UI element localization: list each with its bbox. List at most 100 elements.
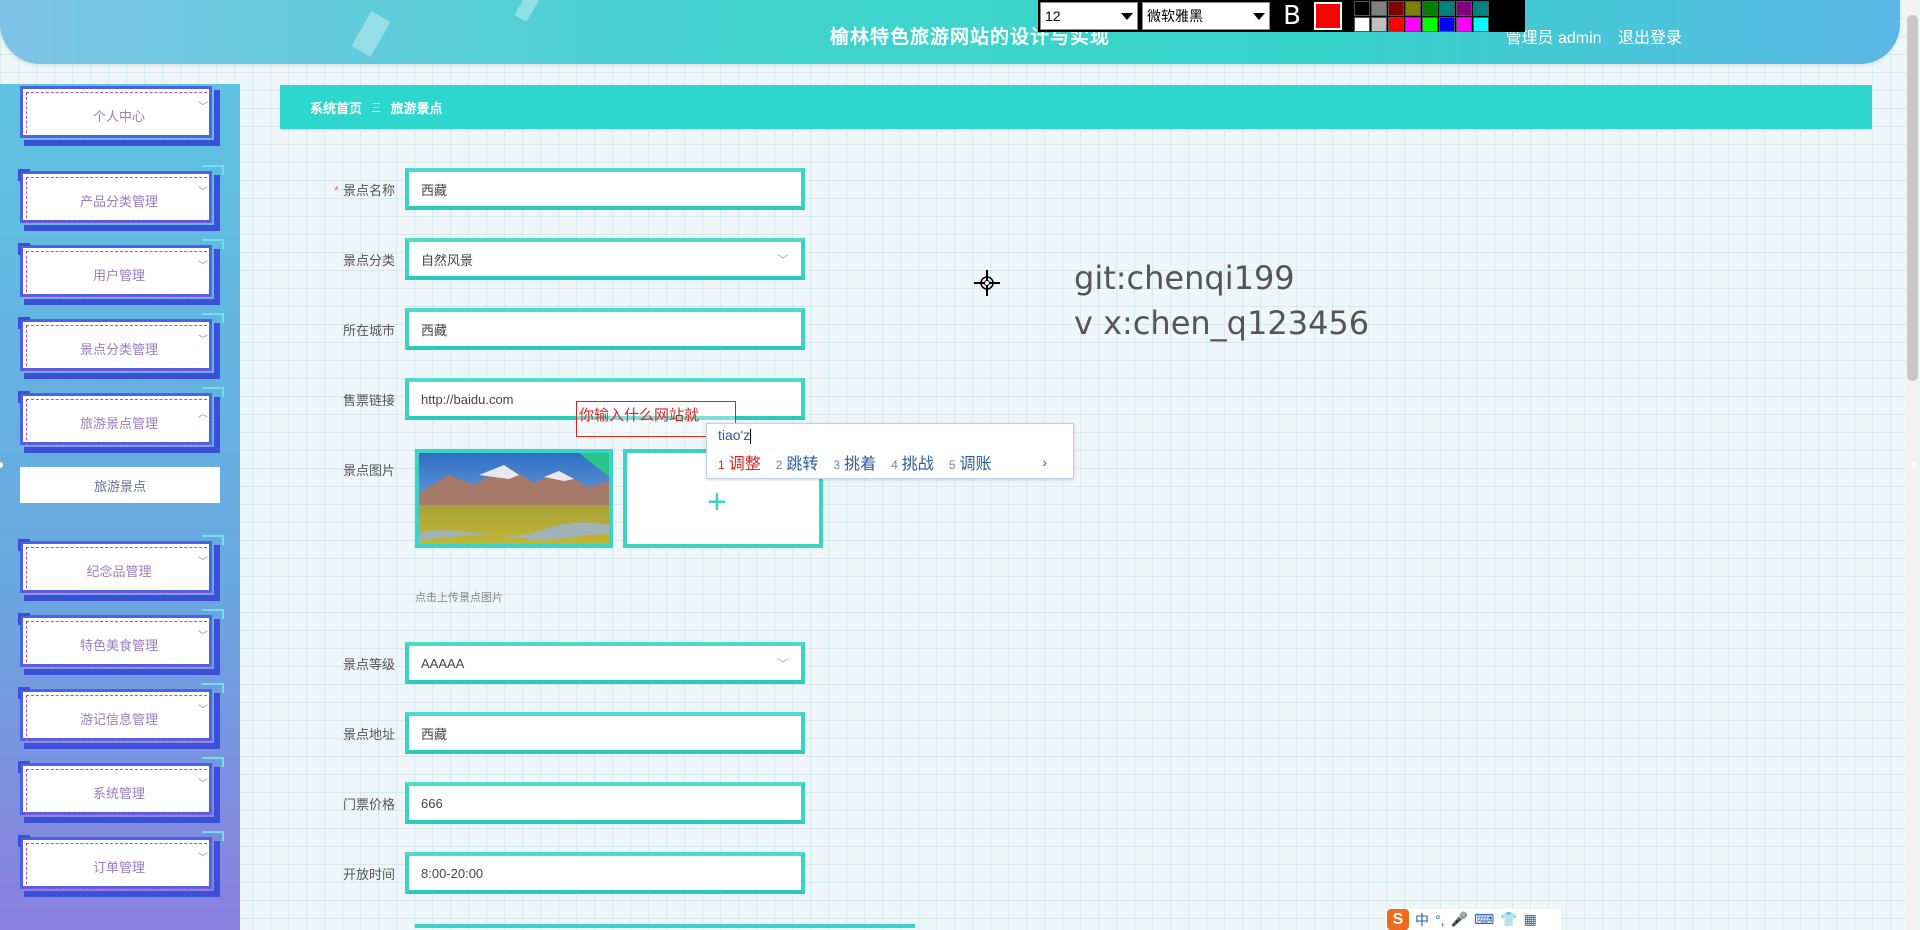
breadcrumb-current: 旅游景点 [390,100,443,116]
header-decoration [514,0,540,22]
chevron-down-icon: ﹀ [776,253,789,267]
sidebar-item-user-management[interactable]: 用户管理 ﹀ [18,239,224,305]
color-swatch[interactable] [1405,0,1421,16]
edge-handle [1911,462,1917,468]
field-label: 景点地址 [342,726,395,742]
sidebar-item-souvenir[interactable]: 纪念品管理 ﹀ [18,535,224,601]
ime-candidates: 1 调整 2 跳转 3 挑着 4 挑战 5 调账 [718,450,992,474]
ticket-price-input[interactable]: 666 [405,782,805,824]
color-swatch[interactable] [1354,0,1370,16]
sidebar-item-label: 纪念品管理 [86,563,152,579]
sidebar-item-system[interactable]: 系统管理 ﹀ [18,757,224,823]
color-swatch[interactable] [1456,16,1472,32]
sidebar-item-tourist-spot[interactable]: 旅游景点管理 ︿ [18,387,224,453]
field-label: 景点分类 [342,252,395,268]
field-label: 所在城市 [342,322,395,338]
chevron-down-icon: ﹀ [198,102,208,113]
ime-status-bar: S 中 °, 🎤 ⌨ 👕 ▦ [1385,909,1561,930]
color-swatch[interactable] [1422,16,1438,32]
font-family-select[interactable]: 微软雅黑 [1142,2,1270,30]
skin-icon[interactable]: 👕 [1500,911,1517,928]
form-row-price: 门票价格 666 [300,782,805,824]
field-label: 售票链接 [342,392,395,408]
breadcrumb: 系统首页 Ξ 旅游景点 [280,85,1872,129]
font-size-select[interactable]: 12 [1040,2,1138,30]
address-input[interactable]: 西藏 [405,712,805,754]
font-size-value: 12 [1045,8,1061,24]
color-swatch[interactable] [1405,16,1421,32]
breadcrumb-home[interactable]: 系统首页 [310,98,362,117]
color-swatch[interactable] [1456,0,1472,16]
sidebar-item-food[interactable]: 特色美食管理 ﹀ [18,609,224,675]
toolbox-icon[interactable]: ▦ [1524,911,1537,928]
sogou-logo-icon[interactable]: S [1387,909,1409,930]
color-swatch[interactable] [1371,0,1387,16]
ime-mode-toggle[interactable]: 中 [1415,910,1429,930]
ime-candidate[interactable]: 1 调整 [718,450,761,474]
user-label: 管理员 admin [1505,30,1602,47]
current-color-swatch[interactable] [1314,2,1342,30]
color-swatch[interactable] [1388,0,1404,16]
scenic-category-select[interactable]: 自然风景 ﹀ [405,238,805,280]
color-swatch[interactable] [1371,16,1387,32]
form-row-name: * 景点名称 西藏 [300,168,805,210]
annotation-toolbar: 12 微软雅黑 B [1038,0,1525,32]
field-label: 门票价格 [342,796,395,812]
sidebar-item-travel-notes[interactable]: 游记信息管理 ﹀ [18,683,224,749]
keyboard-icon[interactable]: ⌨ [1474,911,1494,928]
sidebar-item-product-category[interactable]: 产品分类管理 ﹀ [18,165,224,231]
select-value: AAAAA [421,655,465,671]
microphone-icon[interactable]: 🎤 [1451,911,1468,928]
sidebar-item-label: 旅游景点管理 [79,415,158,431]
ime-candidate[interactable]: 4 挑战 [891,450,934,474]
color-swatch[interactable] [1473,0,1489,16]
sidebar-item-label: 特色美食管理 [79,637,158,653]
scrollbar-thumb[interactable] [1907,15,1918,381]
form-row-address: 景点地址 西藏 [300,712,805,754]
logout-link[interactable]: 退出登录 [1618,30,1682,47]
chevron-down-icon: ﹀ [198,187,208,198]
chevron-down-icon: ﹀ [198,557,208,568]
ime-candidate[interactable]: 2 跳转 [776,450,819,474]
breadcrumb-separator: Ξ [372,99,381,115]
color-palette [1354,0,1489,32]
form-row-image: 景点图片 [300,448,405,490]
ime-candidate[interactable]: 3 挑着 [833,450,876,474]
sidebar-item-label: 景点分类管理 [79,341,158,357]
sidebar: 个人中心 ﹀ 产品分类管理 ﹀ 用户管理 ﹀ 景点分类管理 ﹀ 旅游景点管理 ︿… [0,84,240,930]
input-value: 西藏 [421,726,448,742]
ime-candidate-popup: tiao'z 1 调整 2 跳转 3 挑着 4 挑战 5 调账 › [706,423,1074,479]
ime-next-page-icon[interactable]: › [1042,454,1047,470]
sidebar-subitem-tourist-spot[interactable]: 旅游景点 [20,467,220,503]
landscape-image [419,453,609,544]
bold-button[interactable]: B [1274,2,1310,30]
sidebar-item-orders[interactable]: 订单管理 ﹀ [18,831,224,897]
chevron-down-icon: ﹀ [198,779,208,790]
color-swatch[interactable] [1439,0,1455,16]
required-mark: * [333,182,339,198]
font-family-value: 微软雅黑 [1147,8,1203,24]
color-swatch[interactable] [1354,16,1370,32]
ime-candidate[interactable]: 5 调账 [949,450,992,474]
input-value: 西藏 [421,182,448,198]
dropdown-arrow-icon [1253,12,1265,20]
input-value: 666 [421,795,443,811]
ime-punct-toggle[interactable]: °, [1435,912,1445,928]
sidebar-item-label: 个人中心 [92,108,145,124]
scenic-level-select[interactable]: AAAAA ﹀ [405,642,805,684]
scenic-name-input[interactable]: 西藏 [405,168,805,210]
chevron-down-icon: ﹀ [198,853,208,864]
input-value: http://baidu.com [421,391,514,407]
sidebar-item-scenic-category[interactable]: 景点分类管理 ﹀ [18,313,224,379]
sidebar-item-personal-center[interactable]: 个人中心 ﹀ [20,86,220,146]
color-swatch[interactable] [1439,16,1455,32]
color-swatch[interactable] [1388,16,1404,32]
form-row-open-time: 开放时间 8:00-20:00 [300,852,805,894]
field-label: 景点图片 [342,463,395,478]
color-swatch[interactable] [1473,16,1489,32]
dropdown-arrow-icon [1121,12,1133,20]
color-swatch[interactable] [1422,0,1438,16]
city-input[interactable]: 西藏 [405,308,805,350]
open-time-input[interactable]: 8:00-20:00 [405,852,805,894]
scenic-image-thumbnail[interactable] [415,449,613,548]
